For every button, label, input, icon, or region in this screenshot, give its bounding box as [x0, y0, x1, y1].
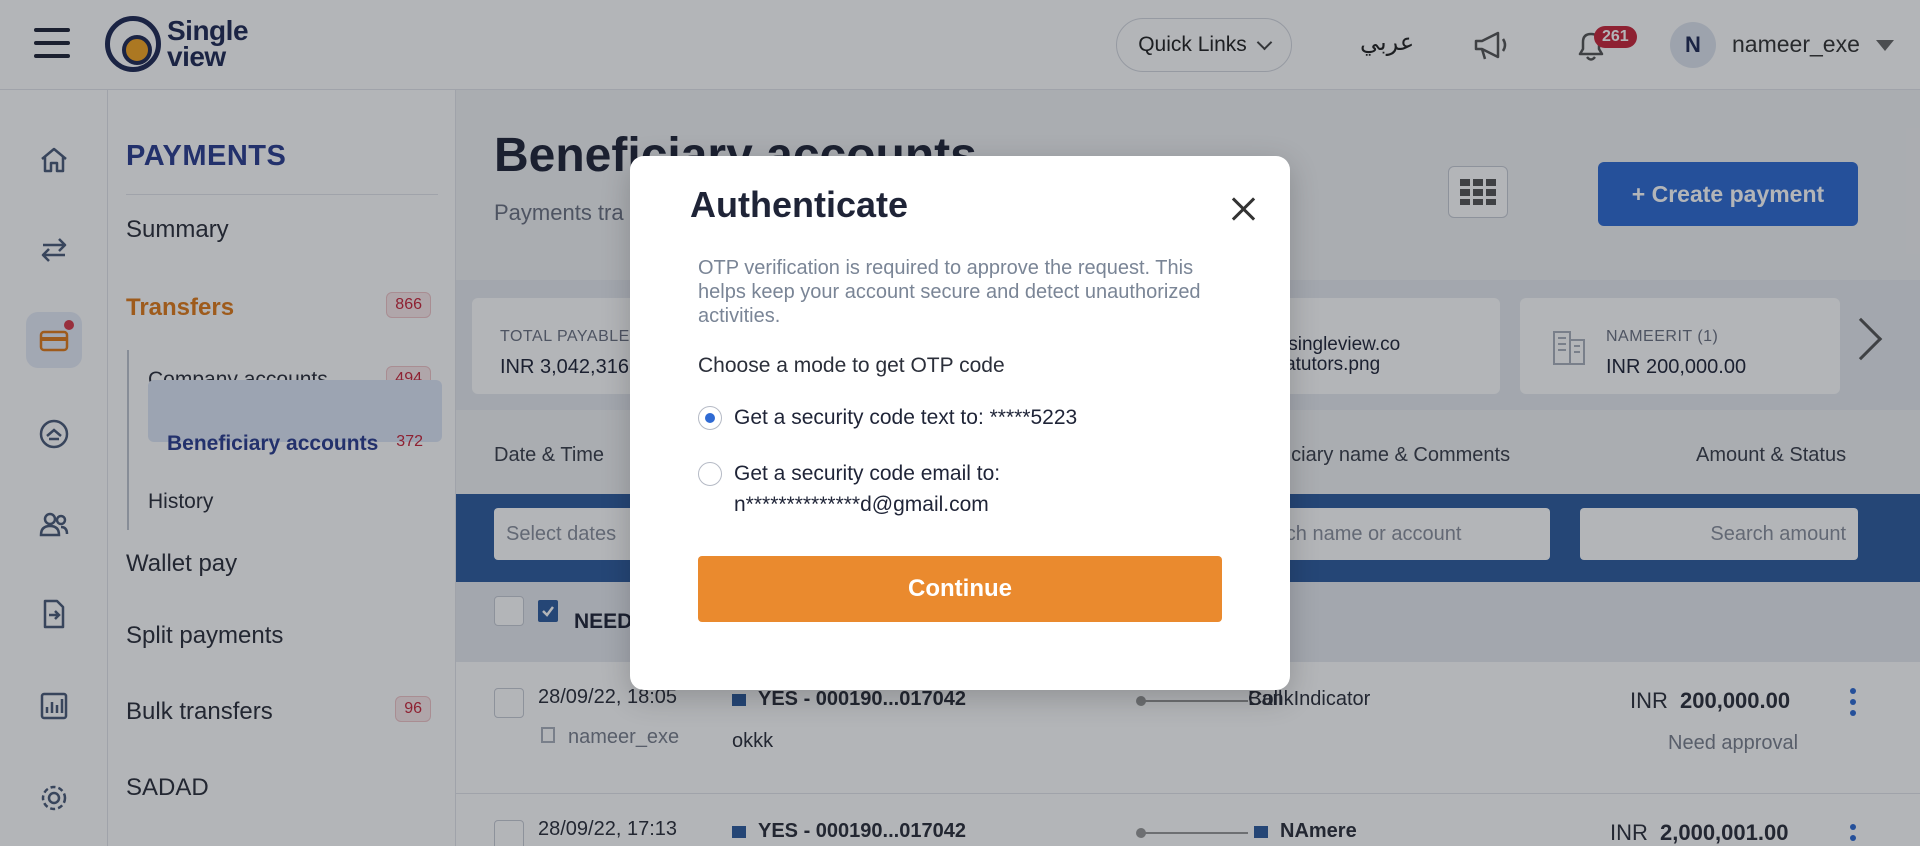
radio-sms[interactable]	[698, 406, 722, 430]
otp-mode-label: Choose a mode to get OTP code	[698, 354, 1005, 377]
close-icon[interactable]	[1224, 190, 1264, 230]
dialog-description: OTP verification is required to approve …	[698, 257, 1201, 327]
radio-email[interactable]	[698, 462, 722, 486]
option-email-label[interactable]: Get a security code email to:	[734, 458, 1000, 489]
option-email-address[interactable]: n**************d@gmail.com	[734, 489, 989, 520]
option-sms-label[interactable]: Get a security code text to: *****5223	[734, 402, 1077, 433]
continue-button[interactable]: Continue	[698, 556, 1222, 622]
dialog-title: Authenticate	[690, 184, 909, 225]
authenticate-dialog: Authenticate OTP verification is require…	[630, 156, 1290, 690]
